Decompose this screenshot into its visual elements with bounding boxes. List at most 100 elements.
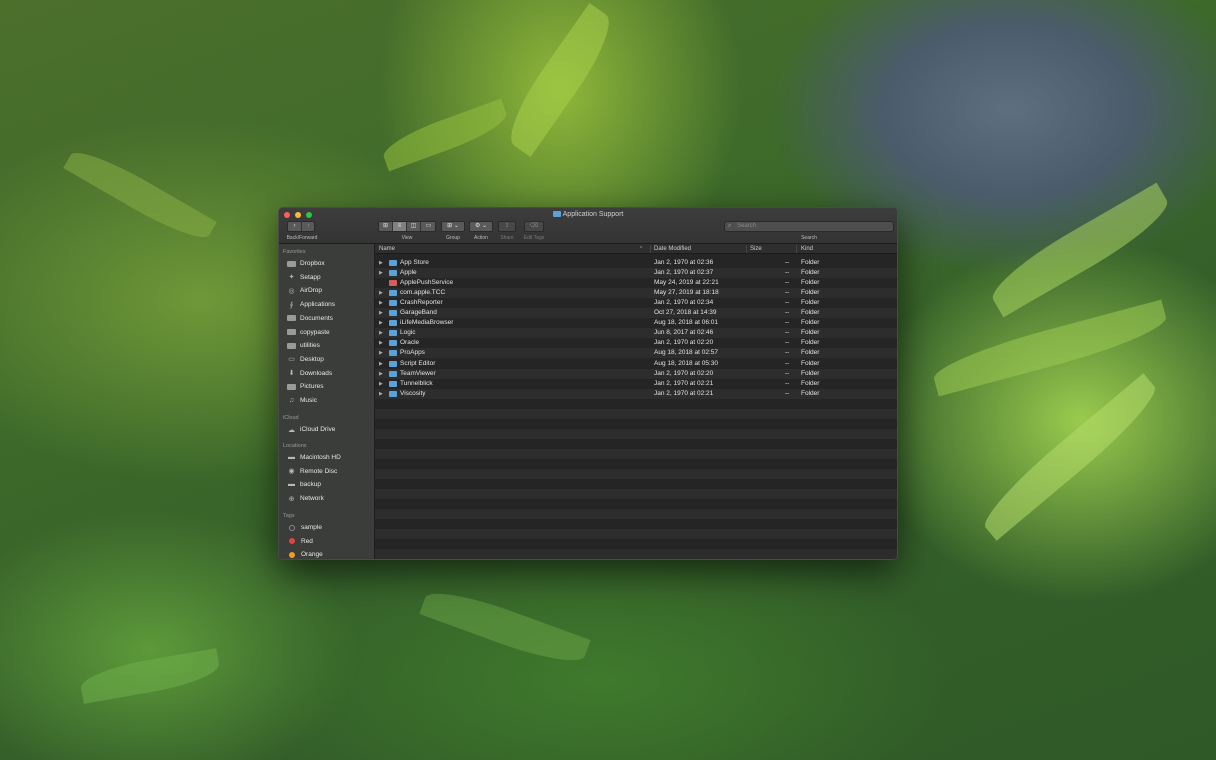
file-kind: Folder xyxy=(801,339,820,347)
empty-row xyxy=(375,549,897,559)
disclosure-triangle-icon[interactable]: ▶ xyxy=(379,310,383,316)
sidebar-item-applications[interactable]: ⨚ Applications xyxy=(287,299,335,310)
share-icon: ⇪ xyxy=(504,223,510,229)
list-view-icon[interactable]: ≡ xyxy=(393,222,407,231)
file-kind: Folder xyxy=(801,279,820,287)
column-view-icon[interactable]: ◫ xyxy=(407,222,421,231)
sidebar-tag-sample[interactable]: sample xyxy=(287,522,322,533)
sidebar-item-setapp[interactable]: ✦ Setapp xyxy=(287,272,321,283)
sidebar-item-airdrop[interactable]: ◎ AirDrop xyxy=(287,285,322,296)
downloads-icon: ⬇ xyxy=(288,370,295,378)
action-button[interactable]: ⚙ ⌄ xyxy=(469,221,493,232)
disclosure-triangle-icon[interactable]: ▶ xyxy=(379,320,383,326)
disclosure-triangle-icon[interactable]: ▶ xyxy=(379,361,383,367)
folder-icon xyxy=(389,370,397,377)
disclosure-triangle-icon[interactable]: ▶ xyxy=(379,300,383,306)
sidebar-item-icloud-drive[interactable]: ☁ iCloud Drive xyxy=(287,424,335,435)
sidebar-item-label: Pictures xyxy=(300,383,324,391)
file-date-modified: Jan 2, 1970 at 02:21 xyxy=(654,379,714,387)
sidebar-item-utilities[interactable]: utilities xyxy=(287,340,320,351)
dropbox-icon xyxy=(287,260,296,267)
table-row[interactable]: ▶ Oracle Jan 2, 1970 at 02:20 -- Folder xyxy=(375,338,897,348)
sidebar-item-label: Setapp xyxy=(300,273,321,281)
icon-view-icon[interactable]: ⊞ xyxy=(379,222,393,231)
view-label: View xyxy=(401,235,413,241)
table-row[interactable]: ▶ Logic Jun 8, 2017 at 02:46 -- Folder xyxy=(375,328,897,339)
sidebar-item-dropbox[interactable]: Dropbox xyxy=(287,258,325,269)
sidebar-item-backup[interactable]: ▬ backup xyxy=(287,479,321,490)
file-name: Tunnelblick xyxy=(400,379,433,387)
search-field[interactable]: ⌕ Search xyxy=(724,221,894,232)
back-forward-control: ‹ › xyxy=(287,221,315,232)
empty-row xyxy=(375,519,897,529)
empty-row xyxy=(375,459,897,469)
column-date-modified[interactable]: Date Modified xyxy=(654,246,691,252)
table-row[interactable]: ▶ com.apple.TCC May 27, 2019 at 18:18 -- Fol… xyxy=(375,288,897,299)
disclosure-triangle-icon[interactable]: ▶ xyxy=(379,350,383,356)
sidebar-item-pictures[interactable]: Pictures xyxy=(287,381,323,392)
empty-row xyxy=(375,489,897,500)
sidebar-item-desktop[interactable]: ▭ Desktop xyxy=(287,354,324,365)
disclosure-triangle-icon[interactable]: ▶ xyxy=(379,381,383,387)
table-row[interactable]: ▶ App Store Jan 2, 1970 at 02:36 -- Folder xyxy=(375,258,897,268)
disclosure-triangle-icon[interactable]: ▶ xyxy=(379,391,383,397)
file-date-modified: Jan 2, 1970 at 02:21 xyxy=(654,389,714,397)
sidebar-item-downloads[interactable]: ⬇ Downloads xyxy=(287,368,333,379)
sidebar-item-remote-disc[interactable]: ◉ Remote Disc xyxy=(287,466,337,477)
back-button[interactable]: ‹ xyxy=(288,222,302,231)
file-date-modified: Aug 18, 2018 at 06:01 xyxy=(654,319,718,327)
sidebar-item-label: AirDrop xyxy=(300,287,323,295)
column-name[interactable]: Name xyxy=(379,246,395,252)
sidebar-item-label: Music xyxy=(300,397,317,404)
share-button[interactable]: ⇪ xyxy=(498,221,516,232)
sidebar-item-macintosh-hd[interactable]: ▬ Macintosh HD xyxy=(287,452,341,463)
table-row[interactable]: ▶ TeamViewer Jan 2, 1970 at 02:20 -- Folder xyxy=(375,368,897,379)
tag-icon: ⌫ xyxy=(529,223,539,229)
file-size: -- xyxy=(785,259,790,266)
sidebar-item-network[interactable]: ⊕ Network xyxy=(287,493,324,504)
empty-row xyxy=(375,529,897,540)
sidebar-item-label: Dropbox xyxy=(300,260,325,267)
disclosure-triangle-icon[interactable]: ▶ xyxy=(379,270,383,276)
sidebar-item-label: iCloud Drive xyxy=(300,426,336,433)
gallery-view-icon[interactable]: ▭ xyxy=(421,222,436,231)
sidebar-item-documents[interactable]: Documents xyxy=(287,313,333,324)
sidebar-tag-orange[interactable]: Orange xyxy=(287,549,323,559)
sort-chevron-up-icon: ⌃ xyxy=(639,246,644,252)
disclosure-triangle-icon[interactable]: ▶ xyxy=(379,260,383,266)
tag-dot-icon xyxy=(289,538,295,545)
file-kind: Folder xyxy=(801,269,820,277)
empty-row xyxy=(375,399,897,409)
table-row[interactable]: ▶ GarageBand Oct 27, 2018 at 14:39 -- Folder xyxy=(375,308,897,319)
sidebar-item-copypaste[interactable]: copypaste xyxy=(287,327,330,338)
column-size[interactable]: Size xyxy=(750,246,762,252)
empty-row xyxy=(375,448,897,459)
sidebar-item-music[interactable]: ♫ Music xyxy=(287,395,317,406)
table-row[interactable]: ▶ ProApps Aug 18, 2018 at 02:57 -- Folder xyxy=(375,348,897,359)
sidebar-item-label: Documents xyxy=(300,314,333,322)
column-kind[interactable]: Kind xyxy=(801,246,813,252)
table-row[interactable]: ApplePushService May 24, 2019 at 22:21 -- F… xyxy=(375,278,897,288)
disclosure-triangle-icon[interactable]: ▶ xyxy=(379,290,383,296)
table-row[interactable]: ▶ Viscosity Jan 2, 1970 at 02:21 -- Folder xyxy=(375,388,897,399)
gear-icon: ⚙ ⌄ xyxy=(474,223,488,229)
disclosure-triangle-icon[interactable]: ▶ xyxy=(379,330,383,336)
folder-icon xyxy=(389,290,397,297)
table-row[interactable]: ▶ Apple Jan 2, 1970 at 02:37 -- Folder xyxy=(375,268,897,279)
disclosure-triangle-icon[interactable]: ▶ xyxy=(379,340,383,346)
edit-tags-button[interactable]: ⌫ xyxy=(524,221,544,232)
sidebar-item-label: Network xyxy=(300,495,324,503)
table-row[interactable]: ▶ CrashReporter Jan 2, 1970 at 02:34 -- Fold… xyxy=(375,298,897,308)
search-placeholder: Search xyxy=(737,223,757,229)
forward-button[interactable]: › xyxy=(302,222,315,231)
group-button[interactable]: ⊞ ⌄ xyxy=(441,221,465,232)
file-name: GarageBand xyxy=(400,309,437,317)
tag-dot-icon xyxy=(289,551,295,558)
table-row[interactable]: ▶ Tunnelblick Jan 2, 1970 at 02:21 -- Folder xyxy=(375,379,897,389)
sidebar-tag-red[interactable]: Red xyxy=(287,536,313,547)
table-row[interactable]: ▶ iLifeMediaBrowser Aug 18, 2018 at 06:01 -… xyxy=(375,318,897,328)
file-name: CrashReporter xyxy=(400,299,443,307)
disclosure-triangle-icon[interactable]: ▶ xyxy=(379,371,383,377)
table-row[interactable]: ▶ Script Editor Aug 18, 2018 at 05:30 -- Fol… xyxy=(375,359,897,369)
empty-row xyxy=(375,419,897,429)
